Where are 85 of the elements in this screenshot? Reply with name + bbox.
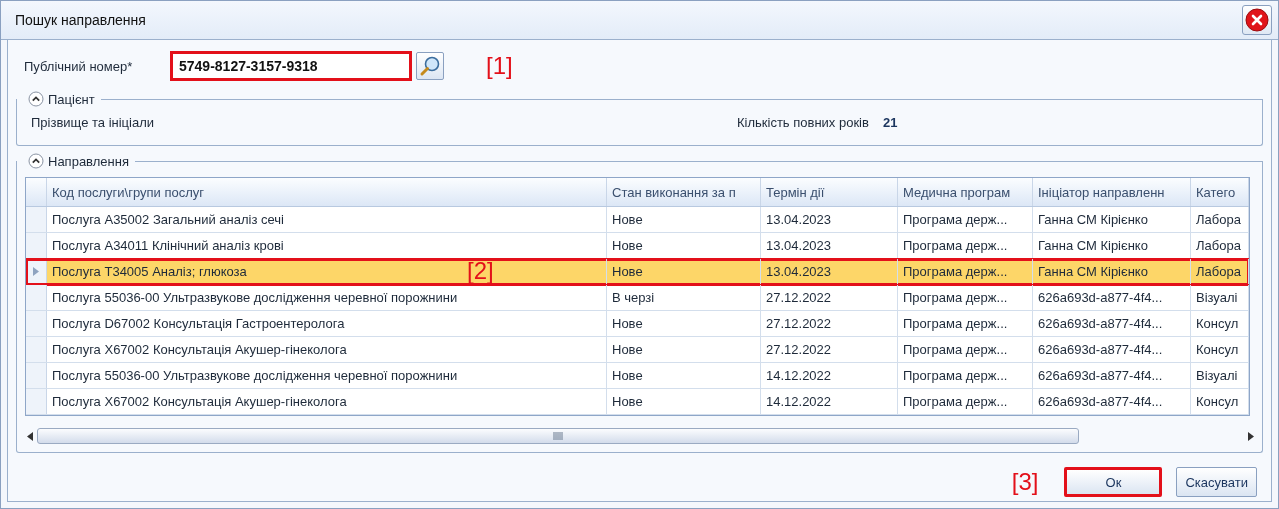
table-cell: Ганна СМ Кірієнко <box>1038 212 1148 227</box>
column-header[interactable]: Ініціатор направленн <box>1033 178 1191 206</box>
column-header[interactable]: Медична програм <box>898 178 1033 206</box>
table-cell: Нове <box>612 342 643 357</box>
collapse-button[interactable] <box>28 153 44 169</box>
table-cell: Послуга X67002 Консультація Акушер-гінеколога <box>52 394 347 409</box>
public-number-label: Публічний номер* <box>24 58 134 74</box>
column-header[interactable]: Термін дії <box>761 178 898 206</box>
group-title: Пацієнт <box>48 91 95 107</box>
collapse-button[interactable] <box>28 91 44 107</box>
table-cell: Послуга A35002 Загальний аналіз сечі <box>52 212 284 227</box>
table-cell: Ганна СМ Кірієнко <box>1038 238 1148 253</box>
table-row[interactable]: Послуга D67002 Консультація Гастроентеролога Нове 27.12.2022 Програма держ... 626a693d-a877-4f4... Консул <box>26 311 1249 337</box>
table-row[interactable]: Послуга 55036-00 Ультразвукове дослідження черевної порожнини Нове 14.12.2022 Програма держ... 626a693d-a877-4f4... Візуалі <box>26 363 1249 389</box>
table-row[interactable]: Послуга X67002 Консультація Акушер-гінеколога Нове 14.12.2022 Програма держ... 626a693d-a877-4f4... Консул <box>26 389 1249 415</box>
row-pointer-icon <box>33 267 39 276</box>
column-header[interactable]: Катего <box>1191 178 1249 206</box>
name-label: Прізвище та ініціали <box>31 114 155 130</box>
table-cell: Лабора <box>1196 238 1241 253</box>
table-cell: Програма держ... <box>903 238 1008 253</box>
grip-icon <box>553 432 563 440</box>
table-cell: 626a693d-a877-4f4... <box>1038 394 1163 409</box>
search-icon <box>419 55 441 77</box>
table-cell: 14.12.2022 <box>766 368 832 383</box>
table-cell: Лабора <box>1196 212 1241 227</box>
table-cell: 27.12.2022 <box>766 290 832 305</box>
callout-label: [3] <box>1011 468 1039 496</box>
table-cell: В черзі <box>612 290 655 305</box>
public-number-field[interactable]: 5749-8127-3157-9318 <box>170 51 412 81</box>
age-value: 21 <box>882 114 898 130</box>
table-row[interactable]: Послуга X67002 Консультація Акушер-гінеколога Нове 27.12.2022 Програма держ... 626a693d-a877-4f4... Консул <box>26 337 1249 363</box>
table-cell: Нове <box>612 264 643 279</box>
table-cell: Консул <box>1196 394 1239 409</box>
table-cell: Програма держ... <box>903 290 1008 305</box>
table-cell: Послуга D67002 Консультація Гастроентеролога <box>52 316 345 331</box>
callout-label: [1] <box>486 52 513 80</box>
table-cell: 13.04.2023 <box>766 264 832 279</box>
table-cell: Програма держ... <box>903 264 1008 279</box>
table-cell: Ганна СМ Кірієнко <box>1038 264 1148 279</box>
search-button[interactable] <box>416 52 444 80</box>
table-cell: Нове <box>612 316 643 331</box>
close-icon <box>1245 8 1269 32</box>
scroll-right-icon[interactable] <box>1248 431 1254 441</box>
table-cell: 626a693d-a877-4f4... <box>1038 342 1163 357</box>
column-header[interactable]: Код послуги\групи послуг <box>47 178 607 206</box>
table-row[interactable]: Послуга 55036-00 Ультразвукове дослідження черевної порожнини В черзі 27.12.2022 Програма держ... 626a693d-a877-4f4... Візуалі <box>26 285 1249 311</box>
dialog-button[interactable]: Ок <box>1064 467 1163 497</box>
horizontal-scrollbar[interactable] <box>25 426 1256 446</box>
row-header[interactable] <box>26 259 47 284</box>
close-button[interactable] <box>1242 5 1272 35</box>
table-cell: Послуга T34005 Аналіз; глюкоза <box>52 264 247 279</box>
table-cell: 626a693d-a877-4f4... <box>1038 368 1163 383</box>
age-label: Кількість повних років <box>737 114 869 130</box>
table-cell: Програма держ... <box>903 316 1008 331</box>
table-cell: 27.12.2022 <box>766 342 832 357</box>
table-cell: 13.04.2023 <box>766 238 832 253</box>
table-cell: Послуга X67002 Консультація Акушер-гінеколога <box>52 342 347 357</box>
table-cell: Нове <box>612 212 643 227</box>
table-cell: 13.04.2023 <box>766 212 832 227</box>
group-title: Направлення <box>48 153 129 169</box>
table-cell: 27.12.2022 <box>766 316 832 331</box>
table-row[interactable]: Послуга A35002 Загальний аналіз сечі Нове 13.04.2023 Програма держ... Ганна СМ Кірієнко Лабора <box>26 207 1249 233</box>
table-cell: 626a693d-a877-4f4... <box>1038 316 1163 331</box>
table-cell: Нове <box>612 238 643 253</box>
window-title: Пошук направлення <box>15 12 147 28</box>
scroll-left-icon[interactable] <box>27 431 33 441</box>
table-cell: Лабора <box>1196 264 1241 279</box>
dialog-button[interactable]: Скасувати <box>1176 467 1257 497</box>
table-cell: Програма держ... <box>903 394 1008 409</box>
table-cell: Консул <box>1196 342 1239 357</box>
table-cell: Послуга A34011 Клінічний аналіз крові <box>52 238 284 253</box>
table-cell: Програма держ... <box>903 368 1008 383</box>
table-cell: Візуалі <box>1196 290 1238 305</box>
table-cell: Візуалі <box>1196 368 1238 383</box>
scrollbar-thumb[interactable] <box>37 428 1079 444</box>
table-cell: Послуга 55036-00 Ультразвукове дослідження черевної порожнини <box>52 368 458 383</box>
table-cell: Консул <box>1196 316 1239 331</box>
table-cell: 14.12.2022 <box>766 394 832 409</box>
table-cell: Програма держ... <box>903 212 1008 227</box>
table-cell: Нове <box>612 394 643 409</box>
table-cell: Нове <box>612 368 643 383</box>
table-cell: Програма держ... <box>903 342 1008 357</box>
table-cell: 626a693d-a877-4f4... <box>1038 290 1163 305</box>
table-cell: Послуга 55036-00 Ультразвукове дослідження черевної порожнини <box>52 290 458 305</box>
column-header[interactable]: Стан виконання за п <box>607 178 761 206</box>
